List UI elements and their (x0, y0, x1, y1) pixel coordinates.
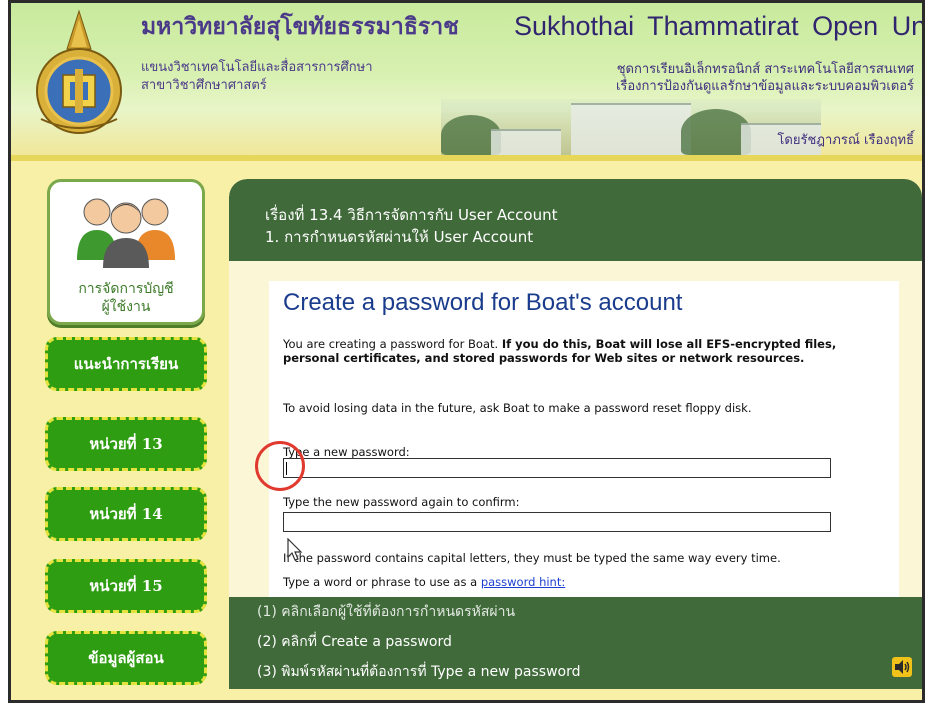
dialog-warning: You are creating a password for Boat. If… (283, 337, 843, 365)
author-credit: โดยรัชฎาภรณ์ เรืองฤทธิ์ (777, 133, 914, 148)
confirm-password-label: Type the new password again to confirm: (283, 495, 520, 509)
lesson-header: เรื่องที่ 13.4 วิธีการจัดการกับ User Acc… (229, 179, 922, 261)
header-banner: มหาวิทยาลัยสุโขทัยธรรมาธิราช แขนงวิชาเทค… (11, 3, 922, 155)
account-card-label-line-2: ผู้ใช้งาน (101, 299, 151, 315)
sidebar-button-instructor-info[interactable]: ข้อมูลผู้สอน (45, 631, 207, 685)
step-1: (1) คลิกเลือกผู้ใช้ที่ต้องการกำหนดรหัสผ่… (257, 604, 516, 620)
account-card-label: การจัดการบัญชี ผู้ใช้งาน (50, 280, 202, 316)
instruction-steps: (1) คลิกเลือกผู้ใช้ที่ต้องการกำหนดรหัสผ่… (229, 597, 922, 689)
create-password-dialog: Create a password for Boat's account You… (269, 281, 899, 597)
dialog-title: Create a password for Boat's account (283, 289, 683, 316)
university-name-thai: มหาวิทยาลัยสุโขทัยธรรมาธิราช (141, 13, 459, 40)
step-2: (2) คลิกที่ Create a password (257, 634, 452, 650)
dialog-warning-plain: You are creating a password for Boat. (283, 337, 502, 351)
university-seal-logo (36, 9, 122, 134)
sidebar-button-unit-14[interactable]: หน่วยที่ 14 (45, 487, 207, 541)
campus-photo (441, 99, 821, 155)
password-hint-prefix: Type a word or phrase to use as a (283, 575, 481, 589)
mouse-cursor-icon (287, 538, 303, 561)
confirm-password-input[interactable] (283, 512, 831, 532)
sidebar-button-study-guide[interactable]: แนะนำการเรียน (45, 337, 207, 391)
users-group-icon (77, 198, 175, 268)
course-title: ชุดการเรียนอิเล็กทรอนิกส์ สาระเทคโนโลยีส… (616, 61, 914, 95)
speaker-icon[interactable] (892, 657, 912, 677)
header-divider (11, 155, 922, 161)
lesson-panel: เรื่องที่ 13.4 วิธีการจัดการกับ User Acc… (229, 179, 922, 689)
password-hint-label: Type a word or phrase to use as a passwo… (283, 575, 565, 589)
department-line-1: แขนงวิชาเทคโนโลยีและสื่อสารการศึกษา (141, 60, 373, 75)
sidebar-button-unit-15[interactable]: หน่วยที่ 15 (45, 559, 207, 613)
account-management-card[interactable]: การจัดการบัญชี ผู้ใช้งาน (47, 179, 205, 325)
step-3: (3) พิมพ์รหัสผ่านที่ต้องการที่ Type a ne… (257, 664, 581, 680)
course-line-1: ชุดการเรียนอิเล็กทรอนิกส์ สาระเทคโนโลยีส… (616, 62, 914, 77)
course-line-2: เรื่องการป้องกันดูแลรักษาข้อมูลและระบบคอ… (615, 79, 914, 94)
account-card-label-line-1: การจัดการบัญชี (78, 281, 174, 297)
university-name-english: Sukhothai Thammatirat Open University (514, 11, 922, 41)
capital-letters-note: If the password contains capital letters… (283, 551, 781, 565)
highlight-circle (255, 441, 305, 491)
lesson-topic: เรื่องที่ 13.4 วิธีการจัดการกับ User Acc… (265, 206, 558, 224)
department-line-2: สาขาวิชาศึกษาศาสตร์ (141, 78, 267, 93)
department-name: แขนงวิชาเทคโนโลยีและสื่อสารการศึกษา สาขา… (141, 59, 373, 95)
lesson-subtopic: 1. การกำหนดรหัสผ่านให้ User Account (265, 228, 534, 246)
dialog-advice: To avoid losing data in the future, ask … (283, 401, 752, 415)
sidebar-button-unit-13[interactable]: หน่วยที่ 13 (45, 417, 207, 471)
password-hint-link[interactable]: password hint: (481, 575, 565, 589)
app-frame: มหาวิทยาลัยสุโขทัยธรรมาธิราช แขนงวิชาเทค… (8, 0, 925, 703)
new-password-input[interactable] (283, 458, 831, 478)
